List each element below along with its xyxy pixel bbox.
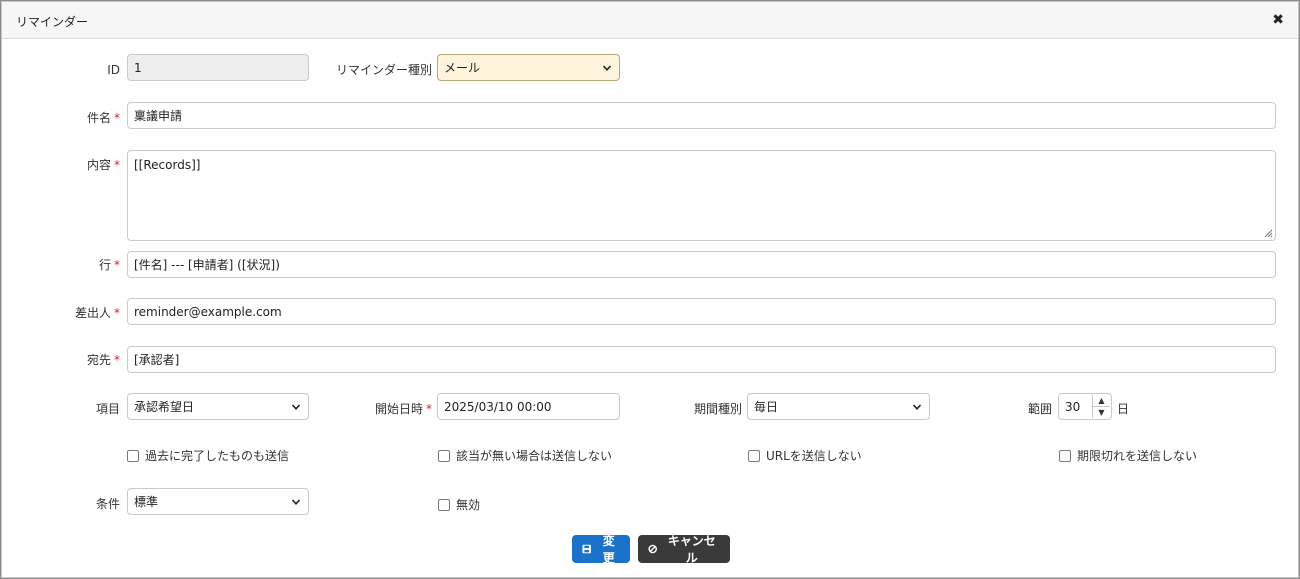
body-textarea[interactable]: [[Records]] (127, 150, 1276, 241)
not-send-no-data-checkbox[interactable]: 該当が無い場合は送信しない (438, 447, 612, 464)
checkbox-box[interactable] (1059, 449, 1071, 462)
required-mark: * (114, 353, 120, 367)
range-stepper[interactable]: ▲ ▼ (1092, 395, 1110, 418)
period-type-label: 期間種別 (693, 402, 742, 416)
checkbox-box[interactable] (438, 449, 450, 462)
column-select[interactable]: 承認希望日 (127, 393, 309, 420)
required-mark: * (426, 402, 432, 416)
save-icon (582, 544, 591, 554)
exclude-overdue-checkbox[interactable]: 期限切れを送信しない (1059, 447, 1197, 464)
range-label: 範囲 (1027, 402, 1052, 416)
id-label: ID (107, 63, 120, 77)
chevron-down-icon (602, 64, 612, 71)
reminder-type-label: リマインダー種別 (335, 63, 432, 77)
stepper-up-icon[interactable]: ▲ (1093, 395, 1110, 406)
checkbox-box[interactable] (748, 449, 760, 462)
body-label: 内容 * (86, 158, 120, 172)
reminder-dialog: リマインダー ✖ ID 1 リマインダー種別 メール 件名 * 稟議申請 内容 * … (1, 1, 1299, 578)
required-mark: * (114, 306, 120, 320)
update-button[interactable]: 変更 (572, 534, 630, 565)
from-input[interactable]: reminder@example.com (127, 298, 1276, 325)
column-label: 項目 (95, 402, 120, 416)
disabled-checkbox[interactable]: 無効 (438, 496, 480, 513)
line-input[interactable]: [件名] --- [申請者] ([状況]) (127, 251, 1276, 278)
start-datetime-input[interactable]: 2025/03/10 00:00 (437, 393, 620, 420)
chevron-down-icon (912, 403, 922, 410)
reminder-type-select[interactable]: メール (437, 54, 620, 81)
period-type-select[interactable]: 毎日 (747, 393, 930, 420)
subject-label: 件名 * (86, 111, 120, 125)
from-label: 差出人 * (74, 306, 120, 320)
chevron-down-icon (291, 403, 301, 410)
subject-input[interactable]: 稟議申請 (127, 102, 1276, 129)
to-input[interactable]: [承認者] (127, 346, 1276, 373)
required-mark: * (114, 258, 120, 272)
resize-grip-icon[interactable] (1262, 227, 1273, 238)
to-label: 宛先 * (86, 353, 120, 367)
chevron-down-icon (291, 498, 301, 505)
dialog-titlebar: リマインダー ✖ (2, 2, 1298, 39)
line-label: 行 * (98, 258, 120, 272)
checkbox-box[interactable] (127, 449, 139, 462)
start-datetime-label: 開始日時 * (374, 402, 432, 416)
dialog-title: リマインダー (16, 15, 89, 29)
required-mark: * (114, 111, 120, 125)
cancel-icon (648, 544, 657, 554)
close-icon[interactable]: ✖ (1272, 12, 1284, 28)
checkbox-box[interactable] (438, 498, 450, 511)
not-send-url-checkbox[interactable]: URLを送信しない (748, 447, 862, 464)
range-unit: 日 (1117, 402, 1130, 416)
stepper-down-icon[interactable]: ▼ (1093, 406, 1110, 418)
required-mark: * (114, 158, 120, 172)
range-number-input[interactable]: 30 ▲ ▼ (1058, 393, 1112, 420)
send-completed-checkbox[interactable]: 過去に完了したものも送信 (127, 447, 289, 464)
condition-label: 条件 (95, 497, 120, 511)
condition-select[interactable]: 標準 (127, 488, 309, 515)
id-field: 1 (127, 54, 309, 81)
cancel-button[interactable]: キャンセル (638, 534, 730, 565)
